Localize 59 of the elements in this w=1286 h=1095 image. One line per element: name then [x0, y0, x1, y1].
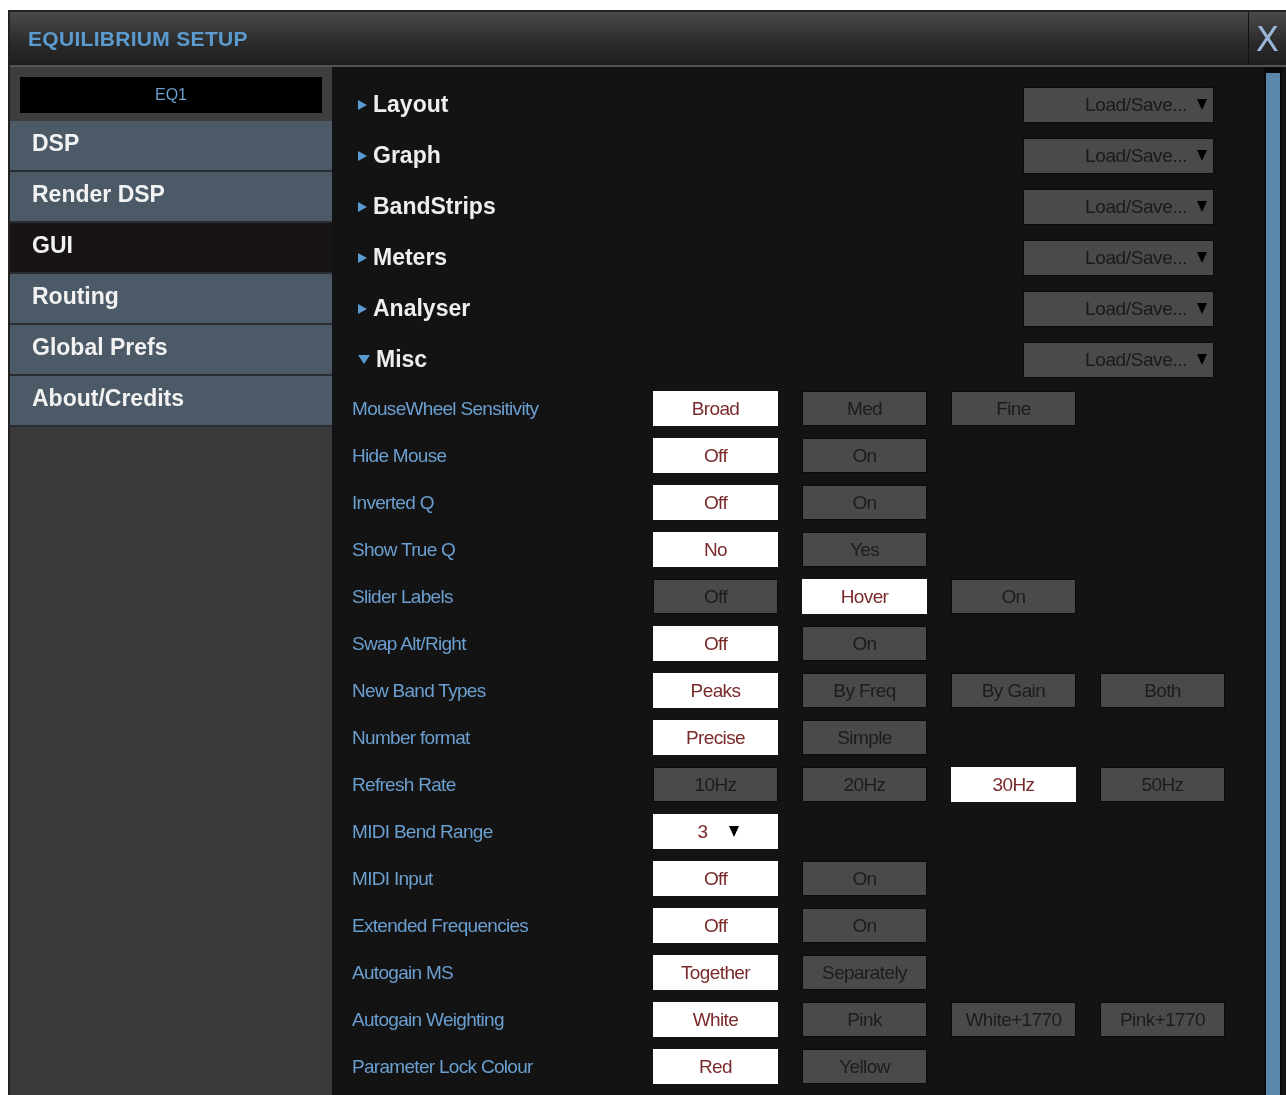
section-header[interactable]: Graph: [352, 142, 441, 169]
option-button[interactable]: Off: [653, 908, 778, 943]
caret-icon: [1197, 354, 1207, 365]
value-dropdown[interactable]: 3: [653, 814, 778, 849]
caret-icon: [1197, 303, 1207, 314]
triangle-down-icon: [358, 355, 370, 364]
preset-name-field[interactable]: EQ1: [20, 77, 322, 113]
scrollbar-thumb[interactable]: [1266, 73, 1280, 1095]
option-label: Refresh Rate: [352, 773, 457, 796]
option-label: Autogain MS: [352, 961, 455, 984]
option-button[interactable]: Precise: [653, 720, 778, 755]
option-button[interactable]: Off: [653, 861, 778, 896]
triangle-right-icon: [358, 201, 367, 212]
option-label: Slider Labels: [352, 585, 454, 608]
close-button[interactable]: X: [1248, 12, 1286, 65]
option-button[interactable]: White: [653, 1002, 778, 1037]
sidebar-item[interactable]: DSP: [10, 121, 332, 172]
option-button[interactable]: 30Hz: [951, 767, 1076, 802]
sidebar-item[interactable]: About/Credits: [10, 376, 332, 427]
section-header[interactable]: Misc: [352, 346, 428, 373]
option-button[interactable]: Broad: [653, 391, 778, 426]
caret-icon: [1197, 99, 1207, 110]
option-button[interactable]: Together: [653, 955, 778, 990]
option-label: Extended Frequencies: [352, 914, 530, 937]
option-label: Autogain Weighting: [352, 1008, 505, 1031]
option-button[interactable]: Hover: [802, 579, 927, 614]
caret-icon: [1197, 252, 1207, 263]
option-label: Show True Q: [352, 538, 457, 561]
caret-icon: [729, 826, 740, 837]
option-button[interactable]: Peaks: [653, 673, 778, 708]
option-label: Hide Mouse: [352, 444, 448, 467]
option-button[interactable]: No: [653, 532, 778, 567]
option-button[interactable]: Off: [653, 438, 778, 473]
section-header[interactable]: BandStrips: [352, 193, 496, 220]
window-title: EQUILIBRIUM SETUP: [27, 26, 249, 51]
option-label: New Band Types: [352, 679, 487, 702]
option-label: Number format: [352, 726, 471, 749]
option-button[interactable]: Off: [653, 626, 778, 661]
triangle-right-icon: [358, 303, 367, 314]
option-button[interactable]: Red: [653, 1049, 778, 1084]
caret-icon: [1197, 150, 1207, 161]
sidebar-item[interactable]: GUI: [10, 223, 332, 274]
option-label: Parameter Lock Colour: [352, 1055, 534, 1078]
sidebar-item[interactable]: Routing: [10, 274, 332, 325]
option-label: Inverted Q: [352, 491, 435, 514]
section-header[interactable]: Analyser: [352, 295, 471, 322]
sidebar-item[interactable]: Render DSP: [10, 172, 332, 223]
triangle-right-icon: [358, 99, 367, 110]
triangle-right-icon: [358, 150, 367, 161]
option-label: MIDI Bend Range: [352, 820, 494, 843]
option-button[interactable]: Off: [653, 485, 778, 520]
section-header[interactable]: Layout: [352, 91, 449, 118]
section-header[interactable]: Meters: [352, 244, 448, 271]
triangle-right-icon: [358, 252, 367, 263]
option-label: Swap Alt/Right: [352, 632, 468, 655]
caret-icon: [1197, 201, 1207, 212]
option-label: MouseWheel Sensitivity: [352, 397, 540, 420]
option-label: MIDI Input: [352, 867, 434, 890]
sidebar-item[interactable]: Global Prefs: [10, 325, 332, 376]
